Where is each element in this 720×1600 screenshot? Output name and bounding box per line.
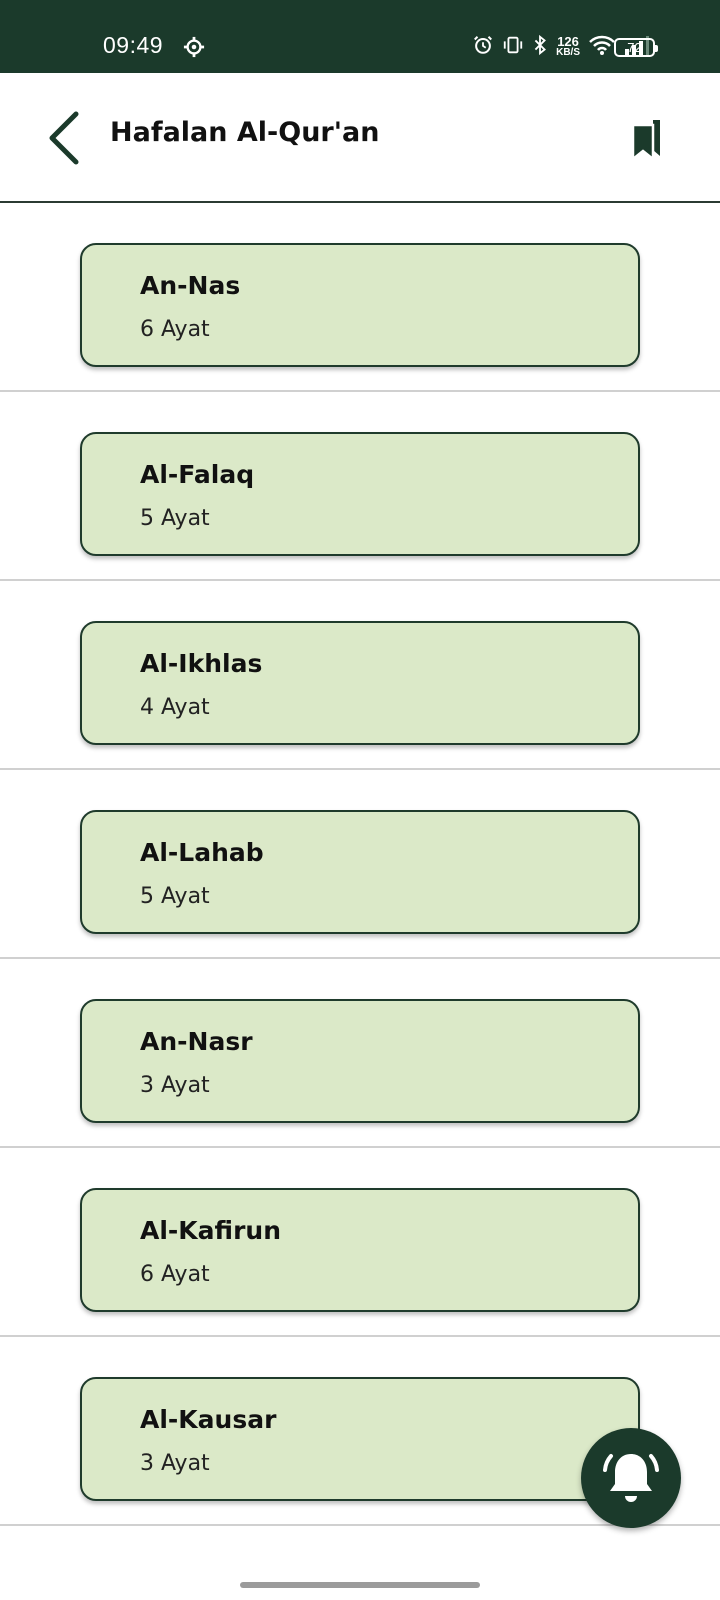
ayat-count: 5 Ayat bbox=[140, 884, 210, 909]
net-speed: 126 KB/S bbox=[556, 34, 580, 58]
ayat-count: 3 Ayat bbox=[140, 1073, 210, 1098]
surah-card-al-ikhlas[interactable]: Al-Ikhlas 4 Ayat bbox=[80, 621, 640, 745]
notification-fab[interactable] bbox=[581, 1428, 681, 1528]
ayat-count: 6 Ayat bbox=[140, 1262, 210, 1287]
list-item: Al-Falaq 5 Ayat bbox=[0, 392, 720, 581]
surah-name: Al-Ikhlas bbox=[140, 649, 263, 678]
list-item: An-Nasr 3 Ayat bbox=[0, 959, 720, 1148]
surah-name: An-Nas bbox=[140, 271, 241, 300]
surah-card-al-kausar[interactable]: Al-Kausar 3 Ayat bbox=[80, 1377, 640, 1501]
list-item: Al-Ikhlas 4 Ayat bbox=[0, 581, 720, 770]
surah-list: An-Nas 6 Ayat Al-Falaq 5 Ayat Al-Ikhlas … bbox=[0, 203, 720, 1526]
status-bar: 09:49 126 KB/S 72 bbox=[0, 0, 720, 73]
page-title: Hafalan Al-Qur'an bbox=[110, 117, 380, 148]
ayat-count: 6 Ayat bbox=[140, 317, 210, 342]
surah-card-an-nasr[interactable]: An-Nasr 3 Ayat bbox=[80, 999, 640, 1123]
bell-icon bbox=[603, 1454, 659, 1502]
surah-name: Al-Falaq bbox=[140, 460, 255, 489]
ayat-count: 3 Ayat bbox=[140, 1451, 210, 1476]
surah-card-al-falaq[interactable]: Al-Falaq 5 Ayat bbox=[80, 432, 640, 556]
chevron-left-icon bbox=[49, 111, 79, 165]
battery-indicator: 72 bbox=[614, 38, 658, 57]
list-item: Al-Kafirun 6 Ayat bbox=[0, 1148, 720, 1337]
home-indicator[interactable] bbox=[240, 1582, 480, 1588]
surah-card-al-kafirun[interactable]: Al-Kafirun 6 Ayat bbox=[80, 1188, 640, 1312]
surah-name: Al-Lahab bbox=[140, 838, 264, 867]
app-bar: Hafalan Al-Qur'an bbox=[0, 73, 720, 203]
surah-name: Al-Kausar bbox=[140, 1405, 277, 1434]
alarm-icon bbox=[472, 34, 494, 60]
surah-card-al-lahab[interactable]: Al-Lahab 5 Ayat bbox=[80, 810, 640, 934]
bookmark-button[interactable] bbox=[630, 116, 664, 162]
settings-gear-icon bbox=[183, 36, 205, 62]
status-time: 09:49 bbox=[103, 32, 164, 58]
surah-name: An-Nasr bbox=[140, 1027, 253, 1056]
surah-card-an-nas[interactable]: An-Nas 6 Ayat bbox=[80, 243, 640, 367]
wifi-icon bbox=[588, 34, 616, 60]
ayat-count: 5 Ayat bbox=[140, 506, 210, 531]
vibrate-icon bbox=[502, 34, 524, 60]
bluetooth-icon bbox=[532, 34, 548, 60]
bookmark-icon bbox=[631, 120, 660, 162]
surah-name: Al-Kafirun bbox=[140, 1216, 281, 1245]
list-item: Al-Lahab 5 Ayat bbox=[0, 770, 720, 959]
back-button[interactable] bbox=[44, 110, 84, 166]
ayat-count: 4 Ayat bbox=[140, 695, 210, 720]
list-item: An-Nas 6 Ayat bbox=[0, 203, 720, 392]
